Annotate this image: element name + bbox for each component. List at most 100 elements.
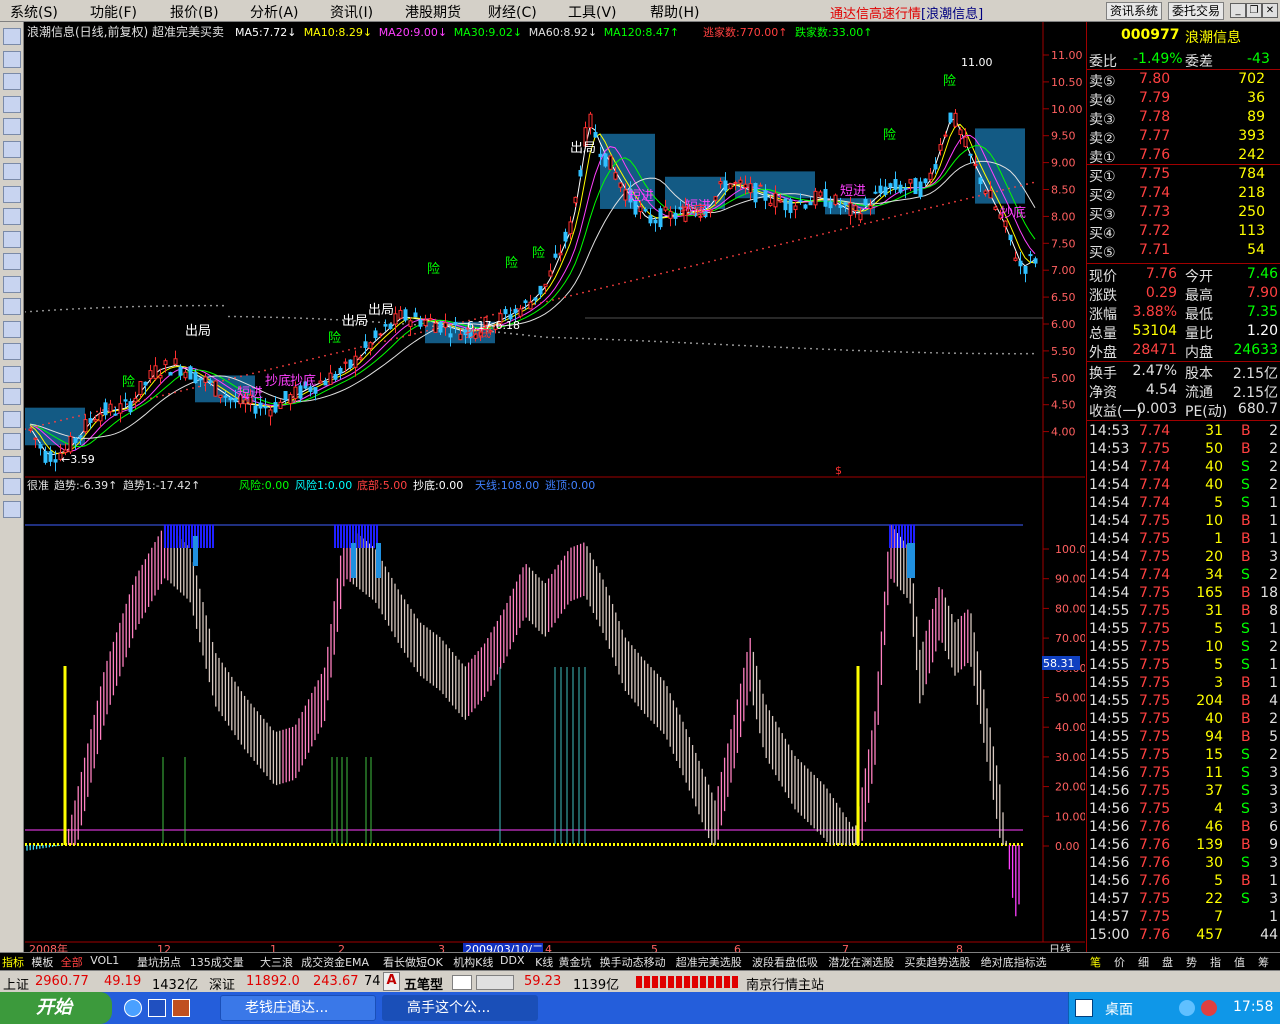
candle-body: [1023, 266, 1028, 274]
app-icon[interactable]: [172, 999, 190, 1017]
zero-dot: [801, 843, 803, 846]
candle-body: [73, 437, 78, 444]
bottom-tab-9[interactable]: 机构K线: [453, 954, 493, 970]
zero-dot: [397, 843, 399, 846]
home-icon[interactable]: [3, 28, 21, 45]
bottom-tab-8[interactable]: 看长做短OK: [383, 954, 443, 970]
bottom-tab-11[interactable]: K线: [535, 954, 553, 970]
right-tab-3[interactable]: 盘: [1162, 954, 1173, 970]
f10-icon[interactable]: [3, 275, 21, 293]
menu-item-0[interactable]: 系统(S): [10, 2, 58, 22]
close-icon[interactable]: ✕: [1262, 3, 1278, 18]
buy-row-4[interactable]: 买⑤ 7.71 54: [1087, 241, 1280, 261]
table-icon[interactable]: [3, 118, 21, 135]
sell-row-2[interactable]: 卖③ 7.78 89: [1087, 108, 1280, 128]
people-icon[interactable]: [3, 230, 21, 248]
bottom-tab-2[interactable]: 全部: [61, 954, 83, 970]
menu-item-6[interactable]: 财经(C): [488, 2, 537, 22]
keyboard-icon[interactable]: [452, 975, 472, 990]
menu-item-1[interactable]: 功能(F): [90, 2, 137, 22]
menu-item-3[interactable]: 分析(A): [250, 2, 299, 22]
word-icon[interactable]: [148, 999, 166, 1017]
buy-row-0[interactable]: 买① 7.75 784: [1087, 165, 1280, 185]
bottom-tab-4[interactable]: 量坑拐点: [137, 954, 181, 970]
bottom-tab-10[interactable]: DDX: [500, 954, 524, 967]
right-tab-5[interactable]: 指: [1210, 954, 1221, 970]
sell-row-3[interactable]: 卖② 7.77 393: [1087, 127, 1280, 147]
right-tab-6[interactable]: 值: [1234, 954, 1245, 970]
bottom-tab-1[interactable]: 模板: [31, 954, 53, 970]
gift-icon[interactable]: [3, 208, 21, 225]
menu-item-8[interactable]: 帮助(H): [650, 2, 699, 22]
right-tab-1[interactable]: 价: [1114, 954, 1125, 970]
menu-item-7[interactable]: 工具(V): [568, 2, 617, 22]
chart-select-icon[interactable]: [3, 95, 21, 113]
bottom-tab-7[interactable]: 成交资金EMA: [301, 954, 369, 970]
bottom-tab-18[interactable]: 绝对底指标选: [981, 954, 1047, 970]
buy-row-3[interactable]: 买④ 7.72 113: [1087, 222, 1280, 242]
tick-volume: 40: [1205, 477, 1223, 493]
bottom-tab-17[interactable]: 买卖趋势选股: [904, 954, 970, 970]
kline-chart-svg[interactable]: 浪潮信息(日线,前复权) 超准完美买卖 MA5:7.72↓ MA10:8.29↓ MA…: [24, 22, 1087, 957]
bottom-tab-0[interactable]: 指标: [2, 954, 24, 970]
bottom-tab-15[interactable]: 波段看盘低吸: [752, 954, 818, 970]
tick-time: 14:55: [1089, 693, 1130, 709]
bottom-tab-16[interactable]: 潜龙在渊选股: [828, 954, 894, 970]
buy-row-2[interactable]: 买③ 7.73 250: [1087, 203, 1280, 223]
up-arrow-icon[interactable]: [3, 478, 21, 495]
sell-row-4[interactable]: 卖① 7.76 242: [1087, 146, 1280, 166]
sz-index-change: 243.67: [313, 974, 359, 989]
trend-icon[interactable]: [3, 73, 21, 90]
zero-dot: [685, 843, 687, 846]
desktop-label[interactable]: 桌面: [1105, 999, 1133, 1019]
kline-icon[interactable]: [3, 50, 21, 68]
sell-row-0[interactable]: 卖⑤ 7.80 702: [1087, 70, 1280, 90]
right-tab-0[interactable]: 笔: [1090, 954, 1101, 970]
keyboard-layout-icon[interactable]: [476, 975, 514, 990]
bottom-tab-6[interactable]: 大三浪: [260, 954, 293, 970]
news-icon[interactable]: [3, 185, 21, 203]
tech-icon[interactable]: [3, 298, 21, 315]
trade-button[interactable]: 委托交易: [1168, 2, 1225, 20]
network-icon[interactable]: [1179, 1000, 1195, 1016]
pen-icon[interactable]: [3, 455, 21, 473]
bottom-tab-3[interactable]: VOL1: [90, 954, 119, 967]
minimize-icon[interactable]: _: [1230, 3, 1246, 18]
bottom-tab-12[interactable]: 黄金坑: [559, 954, 592, 970]
search-icon[interactable]: [3, 253, 21, 270]
menu-item-5[interactable]: 港股期货: [405, 2, 461, 22]
right-tab-4[interactable]: 势: [1186, 954, 1197, 970]
dollar-icon[interactable]: [3, 388, 21, 405]
restore-icon[interactable]: ❐: [1246, 3, 1262, 18]
report-icon[interactable]: [3, 140, 21, 158]
right-tab-7[interactable]: 筹: [1258, 954, 1269, 970]
menu-item-4[interactable]: 资讯(I): [330, 2, 373, 22]
ma-dot: [792, 346, 794, 349]
grid-icon[interactable]: [3, 163, 21, 180]
input-method-label[interactable]: 五笔型: [404, 974, 443, 993]
bottom-tab-5[interactable]: 135成交量: [190, 954, 244, 970]
task-tdx[interactable]: 老钱庄通达...: [220, 995, 376, 1021]
board-icon[interactable]: [3, 320, 21, 338]
font-size-button[interactable]: A: [383, 972, 400, 991]
antivirus-icon[interactable]: [1201, 1000, 1217, 1016]
ie-icon[interactable]: [124, 999, 142, 1017]
link-icon[interactable]: [3, 410, 21, 428]
ma-dot-red: [144, 398, 146, 401]
rsi-icon[interactable]: [3, 343, 21, 360]
keyboard-tray-icon[interactable]: [1075, 999, 1093, 1017]
start-button[interactable]: 开始: [0, 992, 112, 1024]
news-system-button[interactable]: 资讯系统: [1106, 2, 1163, 20]
down-arrow-icon[interactable]: [3, 500, 21, 518]
server-label[interactable]: 南京行情主站: [746, 974, 824, 993]
buy-row-1[interactable]: 买② 7.74 218: [1087, 184, 1280, 204]
chart-area[interactable]: 浪潮信息(日线,前复权) 超准完美买卖 MA5:7.72↓ MA10:8.29↓ MA…: [24, 22, 1087, 957]
menu-item-2[interactable]: 报价(B): [170, 2, 219, 22]
bottom-tab-14[interactable]: 超准完美选股: [676, 954, 742, 970]
arrows-icon[interactable]: [3, 433, 21, 450]
sales-icon[interactable]: [3, 365, 21, 383]
sell-row-1[interactable]: 卖④ 7.79 36: [1087, 89, 1280, 109]
bottom-tab-13[interactable]: 换手动态移动: [600, 954, 666, 970]
right-tab-2[interactable]: 细: [1138, 954, 1149, 970]
task-browser[interactable]: 高手这个公...: [382, 995, 538, 1021]
